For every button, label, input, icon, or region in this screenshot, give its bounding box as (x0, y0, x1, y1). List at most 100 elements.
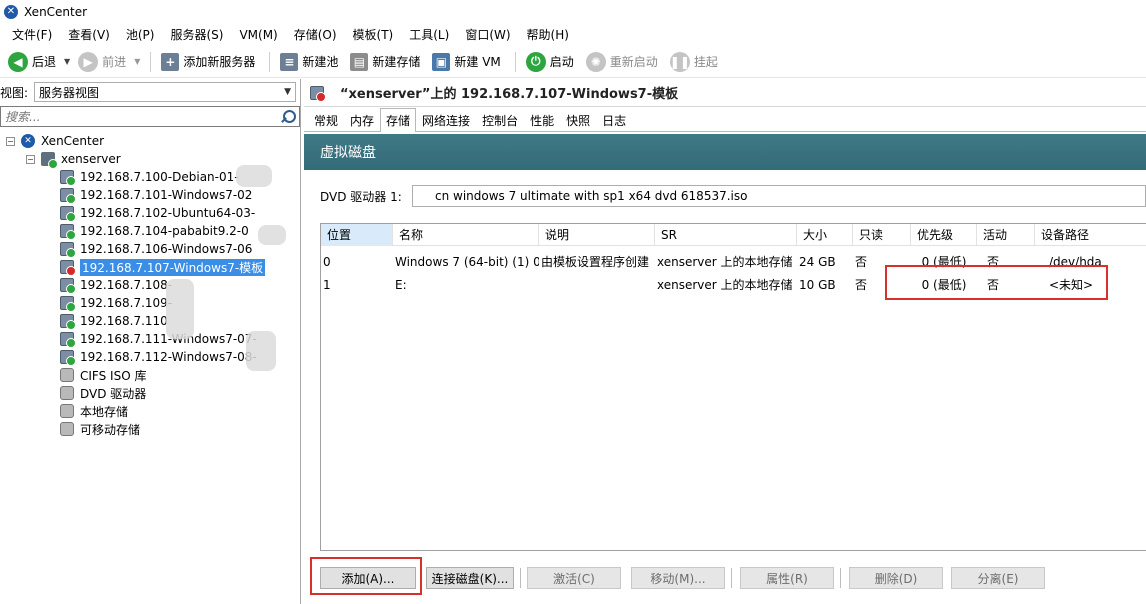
tree-node-vm[interactable]: 192.168.7.100-Debian-01- (60, 168, 239, 186)
redaction-blur (246, 331, 276, 371)
redaction-blur (258, 225, 286, 245)
tree-node-vm[interactable]: 192.168.7.108- (60, 276, 172, 294)
tab-logs[interactable]: 日志 (596, 109, 632, 131)
cell-position: 1 (323, 277, 331, 292)
menu-storage[interactable]: 存储(O) (286, 24, 345, 46)
vm-running-icon (60, 314, 76, 330)
tree-label: 192.168.7.104-pababit9.2-0 (80, 224, 249, 238)
detach-button[interactable]: 分离(E) (951, 567, 1045, 589)
menu-vm[interactable]: VM(M) (231, 24, 285, 46)
vm-running-icon (60, 242, 76, 258)
cell-description: 由模板设置程序创建 (541, 255, 650, 269)
restart-button[interactable]: ✺ 重新启动 (582, 49, 662, 75)
new-storage-button[interactable]: ▤ 新建存储 (346, 49, 424, 75)
forward-arrow-icon: ▶ (78, 51, 99, 72)
tree-node-vm[interactable]: 192.168.7.111-Windows7-07- (60, 330, 257, 348)
menu-help[interactable]: 帮助(H) (519, 24, 577, 46)
tree-node-host[interactable]: − xenserver (26, 150, 121, 169)
menu-tools[interactable]: 工具(L) (401, 24, 457, 46)
annotation-highlight-box (885, 265, 1108, 300)
tree-node-vm[interactable]: 192.168.7.101-Windows7-02 (60, 186, 252, 204)
search-icon[interactable] (279, 109, 296, 125)
tree-node-storage[interactable]: DVD 驱动器 (60, 384, 146, 402)
tab-console[interactable]: 控制台 (476, 109, 524, 131)
column-header-priority[interactable]: 优先级 (911, 224, 977, 246)
forward-dropdown-icon[interactable]: ▼ (134, 57, 140, 66)
column-header-size[interactable]: 大小 (797, 224, 853, 246)
menu-server[interactable]: 服务器(S) (162, 24, 231, 46)
new-pool-button[interactable]: ≡ 新建池 (276, 49, 342, 75)
tree-node-vm[interactable]: 192.168.7.104-pababit9.2-0 (60, 222, 249, 240)
column-header-position[interactable]: 位置 (321, 224, 393, 246)
tree-node-vm[interactable]: 192.168.7.110 (60, 312, 168, 330)
menu-window[interactable]: 窗口(W) (457, 24, 518, 46)
back-dropdown-icon[interactable]: ▼ (64, 57, 70, 66)
menu-pool[interactable]: 池(P) (118, 24, 163, 46)
object-title: “xenserver”上的 192.168.7.107-Windows7-模板 (340, 87, 679, 102)
column-header-readonly[interactable]: 只读 (853, 224, 911, 246)
move-button[interactable]: 移动(M)... (631, 567, 725, 589)
search-input[interactable] (5, 109, 265, 124)
menu-file[interactable]: 文件(F) (4, 24, 60, 46)
vm-running-icon (60, 188, 76, 204)
tree-label: 192.168.7.110 (80, 314, 168, 328)
tab-snapshots[interactable]: 快照 (560, 109, 596, 131)
view-dropdown[interactable]: 服务器视图 ▼ (34, 82, 296, 102)
tree-node-vm[interactable]: 192.168.7.102-Ubuntu64-03- (60, 204, 255, 222)
tab-general[interactable]: 常规 (308, 109, 344, 131)
tab-memory[interactable]: 内存 (344, 109, 380, 131)
view-label: 视图: (0, 85, 29, 100)
forward-label: 前进 (102, 55, 127, 69)
tab-storage[interactable]: 存储 (380, 108, 417, 132)
dvd-drive-select[interactable]: cn windows 7 ultimate with sp1 x64 dvd 6… (412, 185, 1146, 207)
column-header-active[interactable]: 活动 (977, 224, 1035, 246)
button-separator (840, 568, 841, 588)
back-arrow-icon: ◀ (8, 51, 28, 72)
window-title: XenCenter (24, 5, 88, 19)
attach-disk-button[interactable]: 连接磁盘(K)... (426, 567, 514, 589)
column-header-name[interactable]: 名称 (393, 224, 539, 246)
vm-template-icon (60, 260, 76, 276)
menu-view[interactable]: 查看(V) (60, 24, 118, 46)
tree-node-xencenter[interactable]: − ✕ XenCenter (6, 132, 104, 150)
new-vm-icon: ▣ (432, 52, 451, 71)
start-label: 启动 (549, 55, 574, 69)
tree-label: CIFS ISO 库 (80, 368, 147, 383)
toolbar: ◀ 后退 ▼ ▶ 前进 ▼ + 添加新服务器 ≡ 新建池 ▤ 新建存储 ▣ 新建… (0, 46, 1146, 78)
forward-button[interactable]: ▶ 前进 (74, 49, 130, 75)
tree-node-storage[interactable]: 本地存储 (60, 402, 128, 420)
suspend-label: 挂起 (693, 55, 718, 69)
tree-label: 可移动存储 (80, 422, 141, 437)
back-button[interactable]: ◀ 后退 (4, 49, 60, 75)
collapse-icon[interactable]: − (6, 136, 15, 146)
tree-node-vm[interactable]: 192.168.7.109- (60, 294, 172, 312)
activate-button[interactable]: 激活(C) (527, 567, 621, 589)
table-header: 位置 名称 说明 SR 大小 只读 优先级 活动 设备路径 (321, 224, 1146, 246)
column-header-device-path[interactable]: 设备路径 (1035, 224, 1146, 246)
tab-networking[interactable]: 网络连接 (416, 109, 476, 131)
title-bar: ✕ XenCenter (0, 0, 1146, 24)
suspend-button[interactable]: ❚❚ 挂起 (666, 49, 722, 75)
properties-button[interactable]: 属性(R) (740, 567, 834, 589)
tree-label: 192.168.7.107-Windows7-模板 (80, 258, 266, 276)
storage-icon (60, 386, 74, 400)
delete-button[interactable]: 删除(D) (849, 567, 943, 589)
vm-running-icon (60, 170, 76, 186)
tree-node-vm[interactable]: 192.168.7.106-Windows7-06 (60, 240, 252, 258)
new-vm-button[interactable]: ▣ 新建 VM (428, 49, 504, 75)
tab-performance[interactable]: 性能 (524, 109, 560, 131)
tree-node-storage[interactable]: 可移动存储 (60, 420, 140, 438)
tree-node-vm-selected[interactable]: 192.168.7.107-Windows7-模板 (60, 258, 266, 276)
search-box (0, 106, 300, 127)
tree-label: 192.168.7.112-Windows7-08- (80, 350, 257, 364)
tree-node-storage[interactable]: CIFS ISO 库 (60, 366, 146, 384)
tree-label: 192.168.7.108- (80, 278, 173, 292)
menu-template[interactable]: 模板(T) (345, 24, 402, 46)
column-header-description[interactable]: 说明 (539, 224, 655, 246)
view-selector-row: 视图: 服务器视图 ▼ (0, 81, 301, 103)
tree-node-vm[interactable]: 192.168.7.112-Windows7-08- (60, 348, 257, 366)
add-server-button[interactable]: + 添加新服务器 (157, 49, 259, 75)
collapse-icon[interactable]: − (26, 154, 35, 164)
start-button[interactable]: ⏻ 启动 (522, 49, 578, 75)
column-header-sr[interactable]: SR (655, 224, 797, 246)
